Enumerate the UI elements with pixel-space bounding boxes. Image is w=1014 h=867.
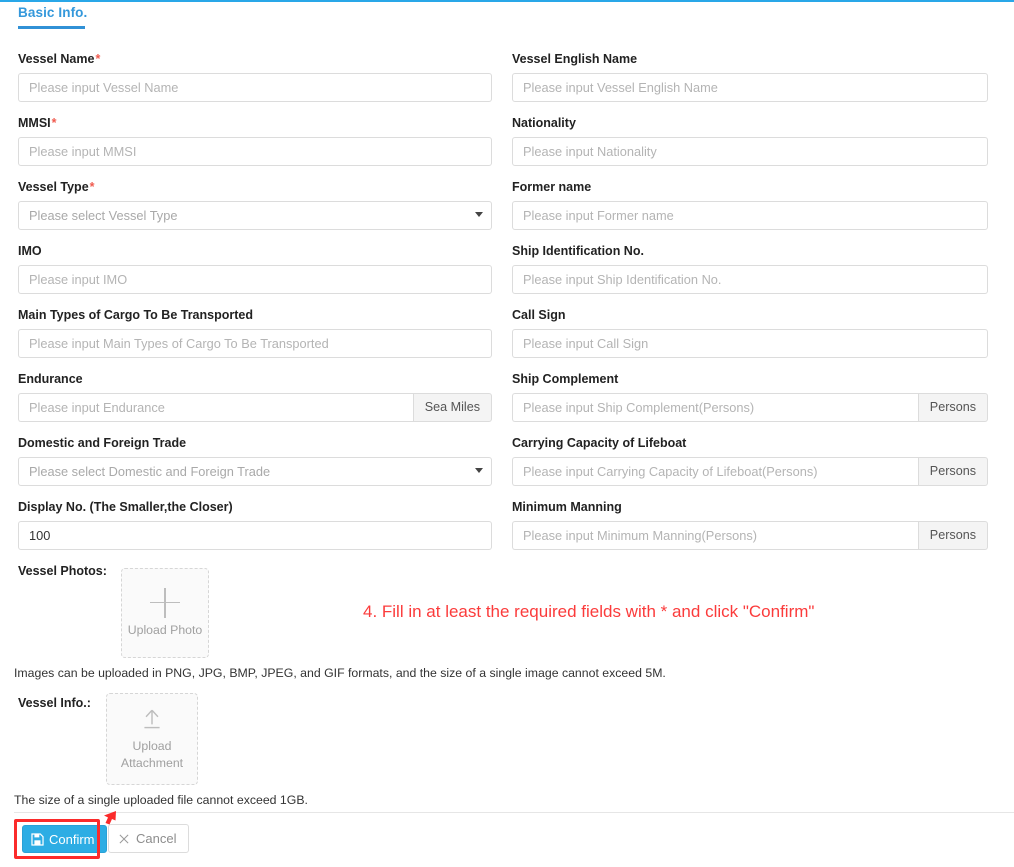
field-label: Vessel English Name — [512, 52, 638, 66]
form-field: Domestic and Foreign Trade Please select … — [18, 435, 492, 486]
field-label: MMSI* — [18, 116, 57, 130]
text-input[interactable] — [512, 521, 918, 550]
form-field: Main Types of Cargo To Be Transported — [18, 307, 492, 358]
field-label: Display No. (The Smaller,the Closer) — [18, 500, 233, 514]
input-row — [18, 521, 492, 550]
input-addon-unit: Persons — [917, 393, 988, 422]
upload-attachment-label-line2: Attachment — [120, 755, 184, 770]
input-row — [512, 201, 988, 230]
upload-photo-label: Upload Photo — [127, 622, 203, 637]
input-row — [18, 265, 492, 294]
photo-upload-hint: Images can be uploaded in PNG, JPG, BMP,… — [14, 666, 666, 680]
tab-strip: Basic Info. — [0, 2, 1014, 30]
input-row — [18, 73, 492, 102]
input-row: Persons — [512, 393, 988, 422]
chevron-down-icon — [475, 468, 483, 473]
select-wrapper: Please select Domestic and Foreign Trade — [18, 457, 492, 486]
form-field: Minimum Manning Persons — [512, 499, 988, 550]
required-asterisk: * — [95, 52, 101, 66]
upload-attachment-dropzone[interactable]: Upload Attachment — [106, 693, 198, 785]
field-label: Vessel Type* — [18, 180, 95, 194]
field-label: Endurance — [18, 372, 83, 386]
form-field: Ship Complement Persons — [512, 371, 988, 422]
field-label: Vessel Name* — [18, 52, 101, 66]
text-input[interactable] — [18, 393, 413, 422]
cancel-button-label: Cancel — [136, 831, 177, 846]
form-field: Nationality — [512, 115, 988, 166]
chevron-down-icon — [475, 212, 483, 217]
form-field: Former name — [512, 179, 988, 230]
form-field: IMO — [18, 243, 492, 294]
form-field: Endurance Sea Miles — [18, 371, 492, 422]
upload-attachment-label-line1: Upload — [132, 738, 172, 753]
input-row — [18, 329, 492, 358]
required-asterisk: * — [89, 180, 95, 194]
text-input[interactable] — [18, 329, 492, 358]
tab-active-underline — [18, 26, 85, 29]
select-control[interactable]: Please select Vessel Type — [18, 201, 492, 230]
plus-icon — [150, 587, 180, 618]
input-row — [512, 137, 988, 166]
text-input[interactable] — [512, 329, 988, 358]
select-wrapper: Please select Vessel Type — [18, 201, 492, 230]
form-field: MMSI* — [18, 115, 492, 166]
form-field: Vessel Name* — [18, 51, 492, 102]
input-row: Persons — [512, 521, 988, 550]
confirm-button[interactable]: Confirm — [22, 825, 107, 853]
field-label: Carrying Capacity of Lifeboat — [512, 436, 687, 450]
input-row: Persons — [512, 457, 988, 486]
instruction-annotation: 4. Fill in at least the required fields … — [363, 602, 815, 621]
tab-basic-info[interactable]: Basic Info. — [18, 5, 87, 20]
text-input[interactable] — [18, 521, 492, 550]
input-row — [512, 73, 988, 102]
input-row: Sea Miles — [18, 393, 492, 422]
text-input[interactable] — [512, 457, 918, 486]
field-label: IMO — [18, 244, 42, 258]
field-label: Nationality — [512, 116, 576, 130]
input-row — [18, 137, 492, 166]
text-input[interactable] — [18, 137, 492, 166]
confirm-button-label: Confirm — [49, 831, 95, 847]
text-input[interactable] — [18, 265, 492, 294]
field-label: Ship Complement — [512, 372, 619, 386]
required-asterisk: * — [51, 116, 57, 130]
input-addon-unit: Persons — [917, 457, 988, 486]
text-input[interactable] — [512, 201, 988, 230]
text-input[interactable] — [512, 137, 988, 166]
text-input[interactable] — [512, 73, 988, 102]
form-field: Ship Identification No. — [512, 243, 988, 294]
input-addon-unit: Persons — [917, 521, 988, 550]
form-field: Carrying Capacity of Lifeboat Persons — [512, 435, 988, 486]
form-field: Vessel English Name — [512, 51, 988, 102]
close-x-icon — [119, 834, 129, 843]
form-field: Vessel Type* Please select Vessel Type — [18, 179, 492, 230]
input-row — [512, 329, 988, 358]
footer-divider — [14, 812, 1014, 813]
save-icon — [31, 832, 44, 846]
input-row — [512, 265, 988, 294]
field-label: Call Sign — [512, 308, 566, 322]
vessel-info-label: Vessel Info.: — [18, 696, 91, 710]
cancel-button[interactable]: Cancel — [108, 824, 190, 853]
input-addon-unit: Sea Miles — [412, 393, 492, 422]
field-label: Main Types of Cargo To Be Transported — [18, 308, 253, 322]
vessel-photos-label: Vessel Photos: — [18, 564, 107, 578]
upload-photo-dropzone[interactable]: Upload Photo — [121, 568, 209, 658]
field-label: Domestic and Foreign Trade — [18, 436, 187, 450]
attachment-upload-hint: The size of a single uploaded file canno… — [14, 793, 308, 807]
field-label: Former name — [512, 180, 592, 194]
select-control[interactable]: Please select Domestic and Foreign Trade — [18, 457, 492, 486]
text-input[interactable] — [18, 73, 492, 102]
text-input[interactable] — [512, 265, 988, 294]
vessel-basic-info-form-page: Basic Info. Vessel Name* MMSI* Vessel Type… — [0, 0, 1014, 867]
form-field: Display No. (The Smaller,the Closer) — [18, 499, 492, 550]
upload-arrow-icon — [144, 709, 160, 728]
field-label: Minimum Manning — [512, 500, 622, 514]
text-input[interactable] — [512, 393, 918, 422]
form-field: Call Sign — [512, 307, 988, 358]
field-label: Ship Identification No. — [512, 244, 644, 258]
